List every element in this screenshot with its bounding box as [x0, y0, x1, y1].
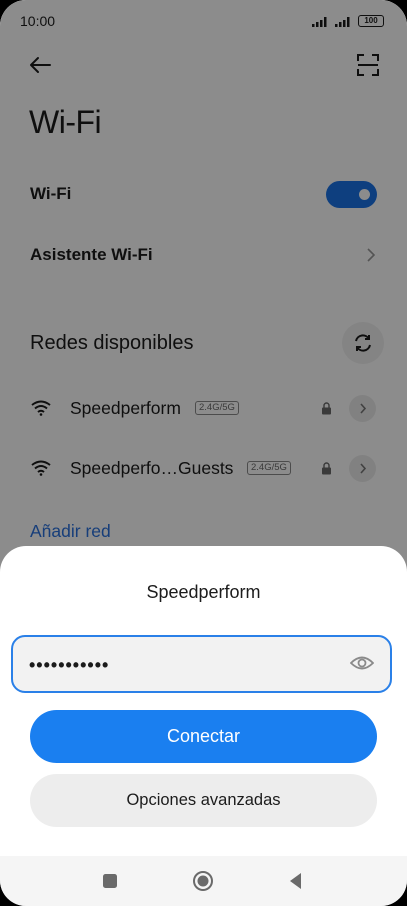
- navigation-bar: [0, 856, 407, 906]
- recent-apps-icon[interactable]: [99, 870, 121, 892]
- eye-icon[interactable]: [350, 654, 374, 672]
- password-input[interactable]: •••••••••••: [11, 635, 392, 693]
- advanced-options-button[interactable]: Opciones avanzadas: [30, 774, 377, 827]
- home-icon[interactable]: [192, 870, 214, 892]
- dialog-title: Speedperform: [146, 582, 261, 602]
- connect-button[interactable]: Conectar: [30, 710, 377, 763]
- phone-screen: 10:00 100 Wi-Fi Wi-Fi Asistente Wi-Fi Re…: [0, 0, 407, 906]
- password-dialog: Speedperform ••••••••••• Conectar Opcion…: [0, 546, 407, 856]
- password-value: •••••••••••: [29, 655, 110, 675]
- nav-back-icon[interactable]: [285, 870, 307, 892]
